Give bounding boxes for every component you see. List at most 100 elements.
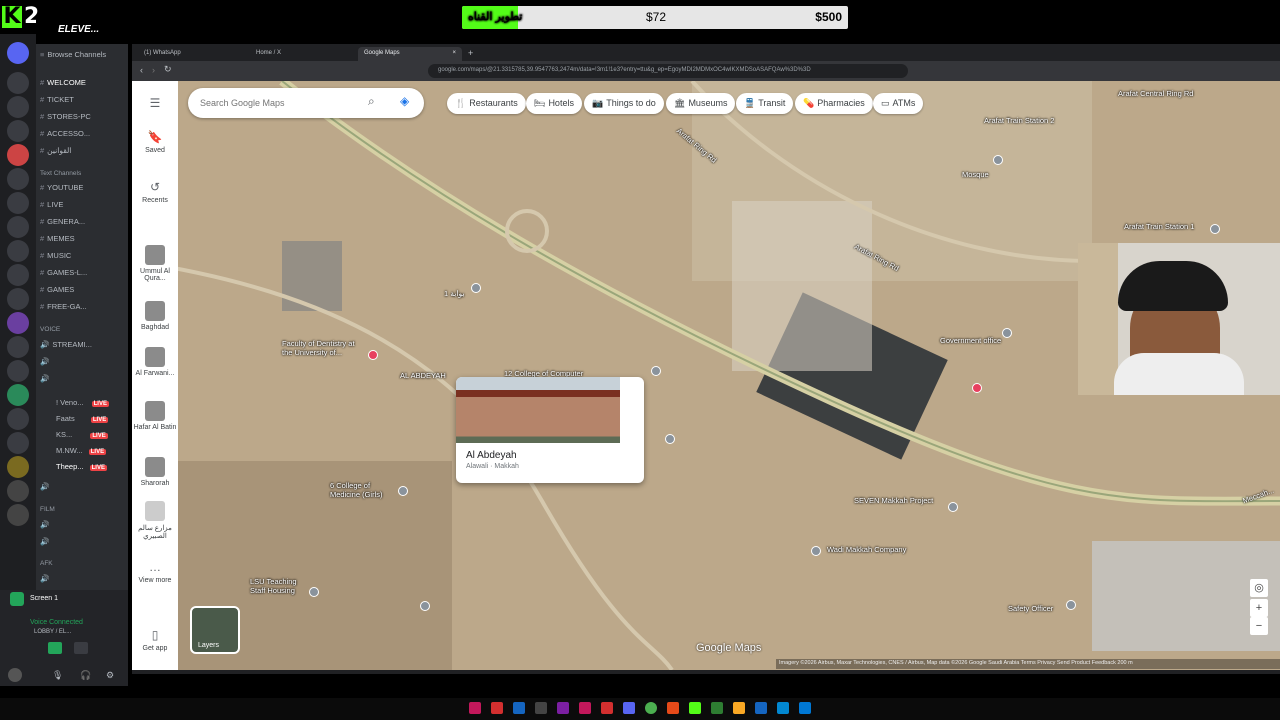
hospital-pin[interactable]: [368, 350, 378, 360]
chip-pharmacies[interactable]: 💊 Pharmacies: [795, 93, 873, 114]
map-pin[interactable]: [948, 502, 958, 512]
forward-icon[interactable]: ›: [152, 65, 155, 75]
voice-user[interactable]: M.NW... LIVE: [56, 446, 128, 460]
server-icon[interactable]: [7, 312, 29, 334]
map-pin[interactable]: [993, 155, 1003, 165]
voice-channel[interactable]: 🔊: [40, 374, 128, 388]
headphones-icon[interactable]: 🎧: [80, 670, 91, 681]
voice-channel[interactable]: 🔊: [40, 537, 128, 551]
discord-icon[interactable]: [623, 702, 635, 714]
app-icon[interactable]: [535, 702, 547, 714]
channel-accessories[interactable]: # ACCESSO...: [40, 129, 128, 143]
back-icon[interactable]: ‹: [140, 65, 143, 75]
map-pin[interactable]: [471, 283, 481, 293]
steam-icon[interactable]: [513, 702, 525, 714]
server-icon[interactable]: [7, 336, 29, 358]
search-icon[interactable]: ⌕: [368, 94, 375, 109]
new-tab-icon[interactable]: +: [468, 48, 473, 58]
chrome-icon[interactable]: [645, 702, 657, 714]
label-lsu-housing[interactable]: LSU Teaching Staff Housing: [250, 577, 310, 595]
zoom-in-button[interactable]: +: [1250, 599, 1268, 617]
label-safety-officer[interactable]: Safety Officer: [1008, 604, 1053, 613]
voice-user[interactable]: Faats LIVE: [56, 414, 128, 428]
saved-button[interactable]: 🔖 Saved: [132, 129, 178, 154]
server-icon[interactable]: [7, 384, 29, 406]
channel-stores[interactable]: # STORES-PC: [40, 112, 128, 126]
map-pin[interactable]: [309, 587, 319, 597]
recent-place[interactable]: Al Farwani...: [132, 347, 178, 377]
afk-category[interactable]: AFK: [40, 560, 53, 567]
voice-user[interactable]: Theep... LIVE: [56, 462, 128, 476]
map-pin[interactable]: [1002, 328, 1012, 338]
server-icon[interactable]: [7, 432, 29, 454]
directions-icon[interactable]: ◈: [400, 94, 409, 108]
voice-channel-streaming[interactable]: 🔊 STREAMI...: [40, 340, 128, 354]
explore-icon[interactable]: [7, 504, 29, 526]
label-gate-1[interactable]: بوابة 1: [444, 289, 464, 298]
app-icon[interactable]: [469, 702, 481, 714]
film-category[interactable]: FILM: [40, 506, 55, 513]
my-location-button[interactable]: ◎: [1250, 579, 1268, 597]
channel-general[interactable]: # GENERA...: [40, 217, 128, 231]
label-faculty[interactable]: Faculty of Dentistry at the University o…: [282, 339, 362, 357]
map-pin[interactable]: [420, 601, 430, 611]
recent-place[interactable]: Baghdad: [132, 301, 178, 331]
kick-icon[interactable]: [689, 702, 701, 714]
server-icon[interactable]: [7, 264, 29, 286]
server-icon[interactable]: [7, 144, 29, 166]
windows-start-icon[interactable]: [799, 702, 811, 714]
reload-icon[interactable]: ↻: [164, 64, 172, 75]
layers-button[interactable]: Layers: [190, 606, 240, 654]
app-icon[interactable]: [755, 702, 767, 714]
server-icon[interactable]: [7, 42, 29, 64]
channel-games-l[interactable]: # GAMES-L...: [40, 268, 128, 282]
recent-place[interactable]: مزارع سالم الصبيري: [132, 501, 178, 540]
map-pin[interactable]: [1066, 600, 1076, 610]
recent-place[interactable]: Hafar Al Batin: [132, 401, 178, 431]
voice-category[interactable]: VOICE: [40, 326, 60, 333]
map-pin[interactable]: [398, 486, 408, 496]
voice-channel[interactable]: 🔊: [40, 520, 128, 534]
menu-button[interactable]: ☰: [132, 95, 178, 113]
channel-youtube[interactable]: # YOUTUBE: [40, 183, 128, 197]
server-icon[interactable]: [7, 240, 29, 262]
voice-user[interactable]: KS... LIVE: [56, 430, 128, 444]
chip-transit[interactable]: 🚆 Transit: [736, 93, 794, 114]
server-icon[interactable]: [7, 168, 29, 190]
label-mosque[interactable]: Mosque: [962, 170, 989, 179]
channel-live[interactable]: # LIVE: [40, 200, 128, 214]
map-pin[interactable]: [651, 366, 661, 376]
app-icon[interactable]: [667, 702, 679, 714]
chip-restaurants[interactable]: 🍴 Restaurants: [447, 93, 526, 114]
camera-button[interactable]: [48, 642, 62, 654]
map-pin[interactable]: [665, 434, 675, 444]
label-college-medicine[interactable]: 6 College of Medicine (Girls): [330, 481, 398, 499]
app-icon[interactable]: [557, 702, 569, 714]
url-field[interactable]: google.com/maps/@21.3315785,39.9547763,2…: [428, 64, 908, 78]
server-icon[interactable]: [7, 288, 29, 310]
channel-memes[interactable]: # MEMES: [40, 234, 128, 248]
label-al-abdeyah[interactable]: AL ABDEYAH: [400, 371, 446, 380]
gear-icon[interactable]: ⚙: [106, 670, 114, 681]
tab-whatsapp[interactable]: (1) WhatsApp: [138, 47, 242, 61]
close-tab-icon[interactable]: ×: [452, 50, 456, 56]
voice-channel[interactable]: 🔊: [40, 574, 128, 588]
voice-channel[interactable]: 🔊: [40, 482, 128, 496]
server-icon[interactable]: [7, 456, 29, 478]
browse-channels[interactable]: ≡ Browse Channels: [40, 50, 128, 64]
channel-welcome[interactable]: # WELCOME: [40, 78, 128, 92]
recent-place[interactable]: Sharorah: [132, 457, 178, 487]
text-category[interactable]: Text Channels: [40, 170, 81, 177]
tab-google-maps[interactable]: Google Maps ×: [358, 47, 462, 61]
avatar[interactable]: [8, 668, 22, 682]
app-icon[interactable]: [579, 702, 591, 714]
app-icon[interactable]: [777, 702, 789, 714]
voice-user[interactable]: ! Veno... LIVE: [56, 398, 128, 412]
zoom-out-button[interactable]: −: [1250, 617, 1268, 635]
search-input[interactable]: [200, 95, 360, 111]
activity-button[interactable]: [74, 642, 88, 654]
channel-rules[interactable]: # القوانين: [40, 146, 128, 160]
xbox-icon[interactable]: [711, 702, 723, 714]
label-train-station-1[interactable]: Arafat Train Station 1: [1124, 222, 1194, 231]
recents-button[interactable]: ↺ Recents: [132, 179, 178, 204]
